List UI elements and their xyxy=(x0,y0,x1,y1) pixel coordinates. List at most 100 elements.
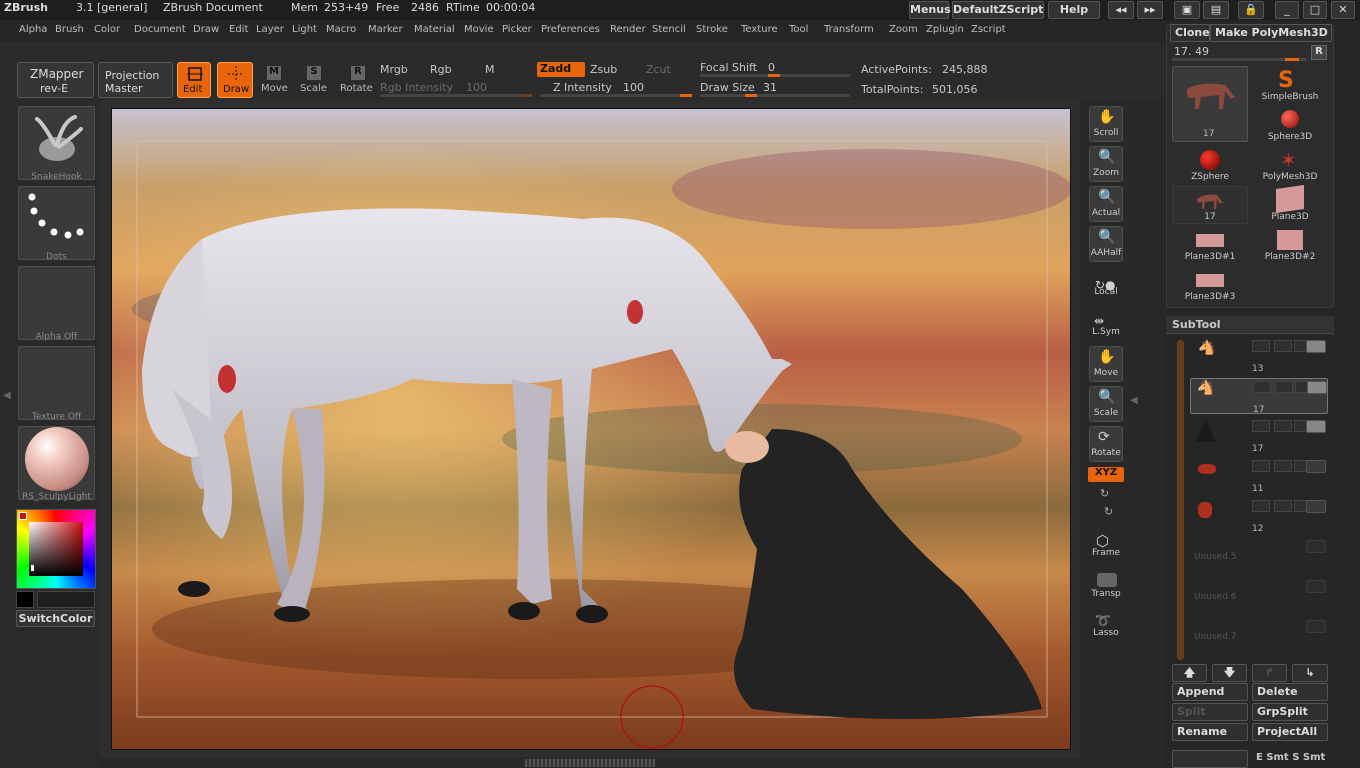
rotate-z-icon[interactable]: ↻ xyxy=(1104,505,1113,518)
subtool-row-6[interactable]: Unused 5 xyxy=(1190,538,1328,574)
texture-selector[interactable] xyxy=(18,346,95,420)
close-icon[interactable]: ✕ xyxy=(1331,1,1355,19)
subtool-toggle-a[interactable] xyxy=(1252,500,1270,512)
subtool-row-2-selected[interactable]: 🐴 17 xyxy=(1190,378,1328,415)
subtool-eye-icon[interactable] xyxy=(1306,340,1326,353)
subtool-toggle-a[interactable] xyxy=(1252,420,1270,432)
z-intensity-handle[interactable] xyxy=(680,94,692,97)
move-up-button[interactable]: 🡅 xyxy=(1172,664,1207,682)
menu-stencil[interactable]: Stencil xyxy=(652,24,686,35)
clone-button[interactable]: Clone xyxy=(1170,24,1210,42)
plane3d2-icon[interactable] xyxy=(1277,230,1303,250)
subtool-toggle-a[interactable] xyxy=(1252,460,1270,472)
menu-color[interactable]: Color xyxy=(94,24,120,35)
menu-tool[interactable]: Tool xyxy=(789,24,808,35)
maximize-icon[interactable]: □ xyxy=(1303,1,1327,19)
zsub-button[interactable]: Zsub xyxy=(590,63,617,76)
subtool-row-7[interactable]: Unused 6 xyxy=(1190,578,1328,614)
menu-draw[interactable]: Draw xyxy=(193,24,219,35)
subtool-eye-icon[interactable] xyxy=(1307,381,1327,394)
sphere3d-icon[interactable] xyxy=(1281,110,1299,128)
right-tray-arrow-icon[interactable]: ◀ xyxy=(1130,395,1138,406)
zcut-button[interactable]: Zcut xyxy=(646,63,671,76)
subtool-eye-icon[interactable] xyxy=(1306,620,1326,633)
draw-size-slider[interactable] xyxy=(700,94,850,97)
menu-material[interactable]: Material xyxy=(414,24,455,35)
lock-icon[interactable]: 🔒 xyxy=(1238,1,1264,19)
insert-button[interactable]: ↳ xyxy=(1292,664,1328,682)
menu-alpha[interactable]: Alpha xyxy=(19,24,47,35)
delete-button[interactable]: Delete xyxy=(1252,683,1328,701)
draw-button[interactable]: Draw xyxy=(217,62,253,98)
subtool-row-5[interactable]: 12 xyxy=(1190,498,1328,534)
plane3d-icon[interactable] xyxy=(1276,185,1304,213)
zadd-button[interactable]: Zadd xyxy=(537,62,585,77)
scroll-right-icon[interactable]: ▸▸ xyxy=(1137,1,1163,19)
layout-icon[interactable]: ▣ xyxy=(1174,1,1200,19)
menu-transform[interactable]: Transform xyxy=(824,24,874,35)
document-canvas[interactable] xyxy=(111,108,1071,750)
redo-button[interactable]: ↱ xyxy=(1252,664,1287,682)
rgb-intensity-slider[interactable] xyxy=(380,94,530,97)
make-polymesh-button[interactable]: Make PolyMesh3D xyxy=(1210,24,1332,42)
grpsplit-button[interactable]: GrpSplit xyxy=(1252,703,1328,721)
smt-labels[interactable]: E Smt S Smt xyxy=(1256,752,1325,763)
subtool-toggle-a[interactable] xyxy=(1252,340,1270,352)
menu-macro[interactable]: Macro xyxy=(326,24,356,35)
menu-texture[interactable]: Texture xyxy=(741,24,778,35)
subtool-toggle-b[interactable] xyxy=(1274,500,1292,512)
subtool-row-8[interactable]: Unused 7 xyxy=(1190,618,1328,654)
distance-slider[interactable] xyxy=(1172,750,1248,768)
rotate-y-icon[interactable]: ↻ xyxy=(1100,487,1109,500)
menu-brush[interactable]: Brush xyxy=(55,24,84,35)
plane3d1-icon[interactable] xyxy=(1196,234,1224,247)
zmapper-button[interactable]: ZMapper rev-E xyxy=(17,62,94,98)
edit-button[interactable]: Edit xyxy=(177,62,211,98)
move-button[interactable]: M Move xyxy=(258,64,290,98)
rename-button[interactable]: Rename xyxy=(1172,723,1248,741)
lsym-button[interactable]: ⇹ xyxy=(1094,314,1104,328)
minimize-icon[interactable]: _ xyxy=(1275,1,1299,19)
append-button[interactable]: Append xyxy=(1172,683,1248,701)
xyz-button[interactable]: XYZ xyxy=(1088,467,1124,482)
move-down-button[interactable]: 🡇 xyxy=(1212,664,1247,682)
subtool-eye-icon[interactable] xyxy=(1306,420,1326,433)
color-marker[interactable] xyxy=(19,512,27,520)
subtool-toggle-b[interactable] xyxy=(1274,420,1292,432)
canvas-scroll-handle[interactable] xyxy=(525,759,655,767)
material-selector[interactable] xyxy=(18,426,95,500)
m-button[interactable]: M xyxy=(485,63,495,76)
rotate-button[interactable]: R Rotate xyxy=(338,64,374,98)
simplebrush-icon[interactable]: S xyxy=(1278,68,1294,93)
menu-zscript[interactable]: Zscript xyxy=(971,24,1006,35)
menu-layer[interactable]: Layer xyxy=(256,24,284,35)
plane3d3-icon[interactable] xyxy=(1196,274,1224,287)
color-wheel[interactable] xyxy=(16,509,96,589)
z-intensity-slider[interactable] xyxy=(540,94,692,97)
rgb-button[interactable]: Rgb xyxy=(430,63,452,76)
menu-preferences[interactable]: Preferences xyxy=(541,24,600,35)
polymesh3d-icon[interactable]: ✶ xyxy=(1280,148,1297,172)
color-picker-square[interactable] xyxy=(29,522,83,576)
scroll-left-icon[interactable]: ◂◂ xyxy=(1108,1,1134,19)
transp-button[interactable] xyxy=(1097,573,1117,587)
lasso-icon[interactable]: ➰ xyxy=(1095,614,1111,629)
r-button[interactable]: R xyxy=(1311,45,1327,60)
primary-color-swatch[interactable] xyxy=(16,591,34,608)
subtool-toggle-b[interactable] xyxy=(1274,340,1292,352)
secondary-color-swatch[interactable] xyxy=(37,591,95,608)
projectall-button[interactable]: ProjectAll xyxy=(1252,723,1328,741)
color-cursor[interactable] xyxy=(31,565,34,571)
left-tray-arrow-icon[interactable]: ◀ xyxy=(3,390,11,410)
subtool-row-3[interactable]: 17 xyxy=(1190,418,1328,454)
draw-size-handle[interactable] xyxy=(745,94,757,97)
menu-edit[interactable]: Edit xyxy=(229,24,248,35)
scene-artwork[interactable] xyxy=(112,109,1071,750)
zsphere-icon[interactable] xyxy=(1200,150,1220,170)
default-zscript-button[interactable]: DefaultZScript xyxy=(952,1,1044,19)
stroke-selector[interactable] xyxy=(18,186,95,260)
layout-alt-icon[interactable]: ▤ xyxy=(1203,1,1229,19)
subtool-eye-icon[interactable] xyxy=(1306,460,1326,473)
brush-selector[interactable] xyxy=(18,106,95,180)
rgb-intensity-handle[interactable] xyxy=(520,94,532,97)
